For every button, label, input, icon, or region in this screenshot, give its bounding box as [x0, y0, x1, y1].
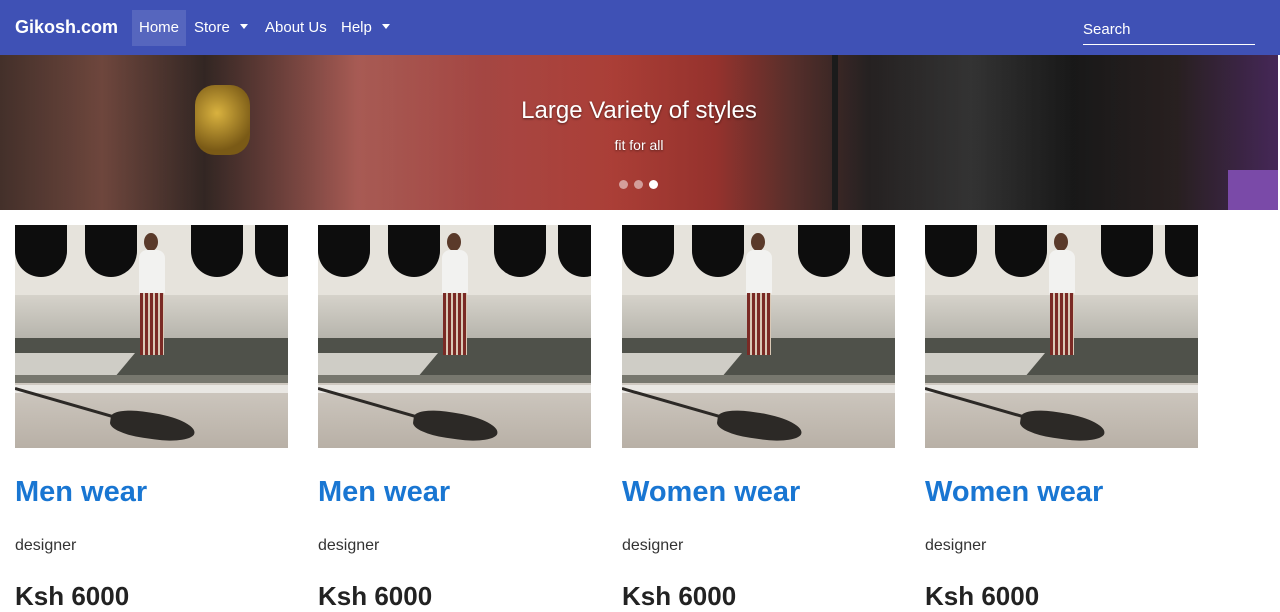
product-title[interactable]: Women wear	[622, 476, 895, 509]
product-price: Ksh 6000	[925, 581, 1040, 611]
product-image[interactable]	[318, 225, 591, 448]
hero-carousel[interactable]: Large Variety of styles fit for all	[0, 55, 1278, 210]
carousel-indicators	[619, 176, 664, 189]
nav-store-dropdown[interactable]: Store	[187, 10, 255, 46]
carousel-title: Large Variety of styles	[521, 97, 757, 124]
nav-about-label: About Us	[265, 19, 327, 36]
navbar: Gikosh.com Home Store About Us Help	[0, 0, 1280, 55]
product-card[interactable]: Women wear designer Ksh 6000	[622, 225, 895, 612]
nav-home[interactable]: Home	[132, 10, 187, 46]
product-description: designer	[622, 537, 684, 554]
product-description: designer	[318, 537, 380, 554]
search-input[interactable]	[1083, 14, 1255, 45]
product-card[interactable]: Men wear designer Ksh 6000	[318, 225, 591, 612]
background-photo-detail	[1228, 170, 1278, 210]
product-description: designer	[15, 537, 77, 554]
product-price: Ksh 6000	[622, 581, 737, 611]
street-pole-graphic	[832, 55, 838, 210]
carousel-subtitle: fit for all	[614, 137, 664, 153]
nav-home-label: Home	[139, 19, 180, 36]
nav-help-label: Help	[341, 19, 372, 36]
product-card[interactable]: Men wear designer Ksh 6000	[15, 225, 288, 612]
product-title[interactable]: Women wear	[925, 476, 1198, 509]
brand-logo[interactable]: Gikosh.com	[15, 17, 118, 38]
chevron-down-icon	[239, 23, 248, 29]
product-price: Ksh 6000	[318, 581, 433, 611]
nav-help-dropdown[interactable]: Help	[334, 10, 397, 46]
product-image[interactable]	[925, 225, 1198, 448]
product-image[interactable]	[15, 225, 288, 448]
product-image[interactable]	[622, 225, 895, 448]
carousel-indicator-2[interactable]	[634, 180, 643, 189]
nav-about-us[interactable]: About Us	[258, 10, 334, 46]
carousel-indicator-3[interactable]	[649, 180, 658, 189]
product-card[interactable]: Women wear designer Ksh 6000	[925, 225, 1198, 612]
carousel-indicator-1[interactable]	[619, 180, 628, 189]
chevron-down-icon	[381, 23, 390, 29]
product-title[interactable]: Men wear	[15, 476, 288, 509]
product-description: designer	[925, 537, 987, 554]
product-price: Ksh 6000	[15, 581, 130, 611]
nav-store-label: Store	[194, 19, 230, 36]
product-title[interactable]: Men wear	[318, 476, 591, 509]
